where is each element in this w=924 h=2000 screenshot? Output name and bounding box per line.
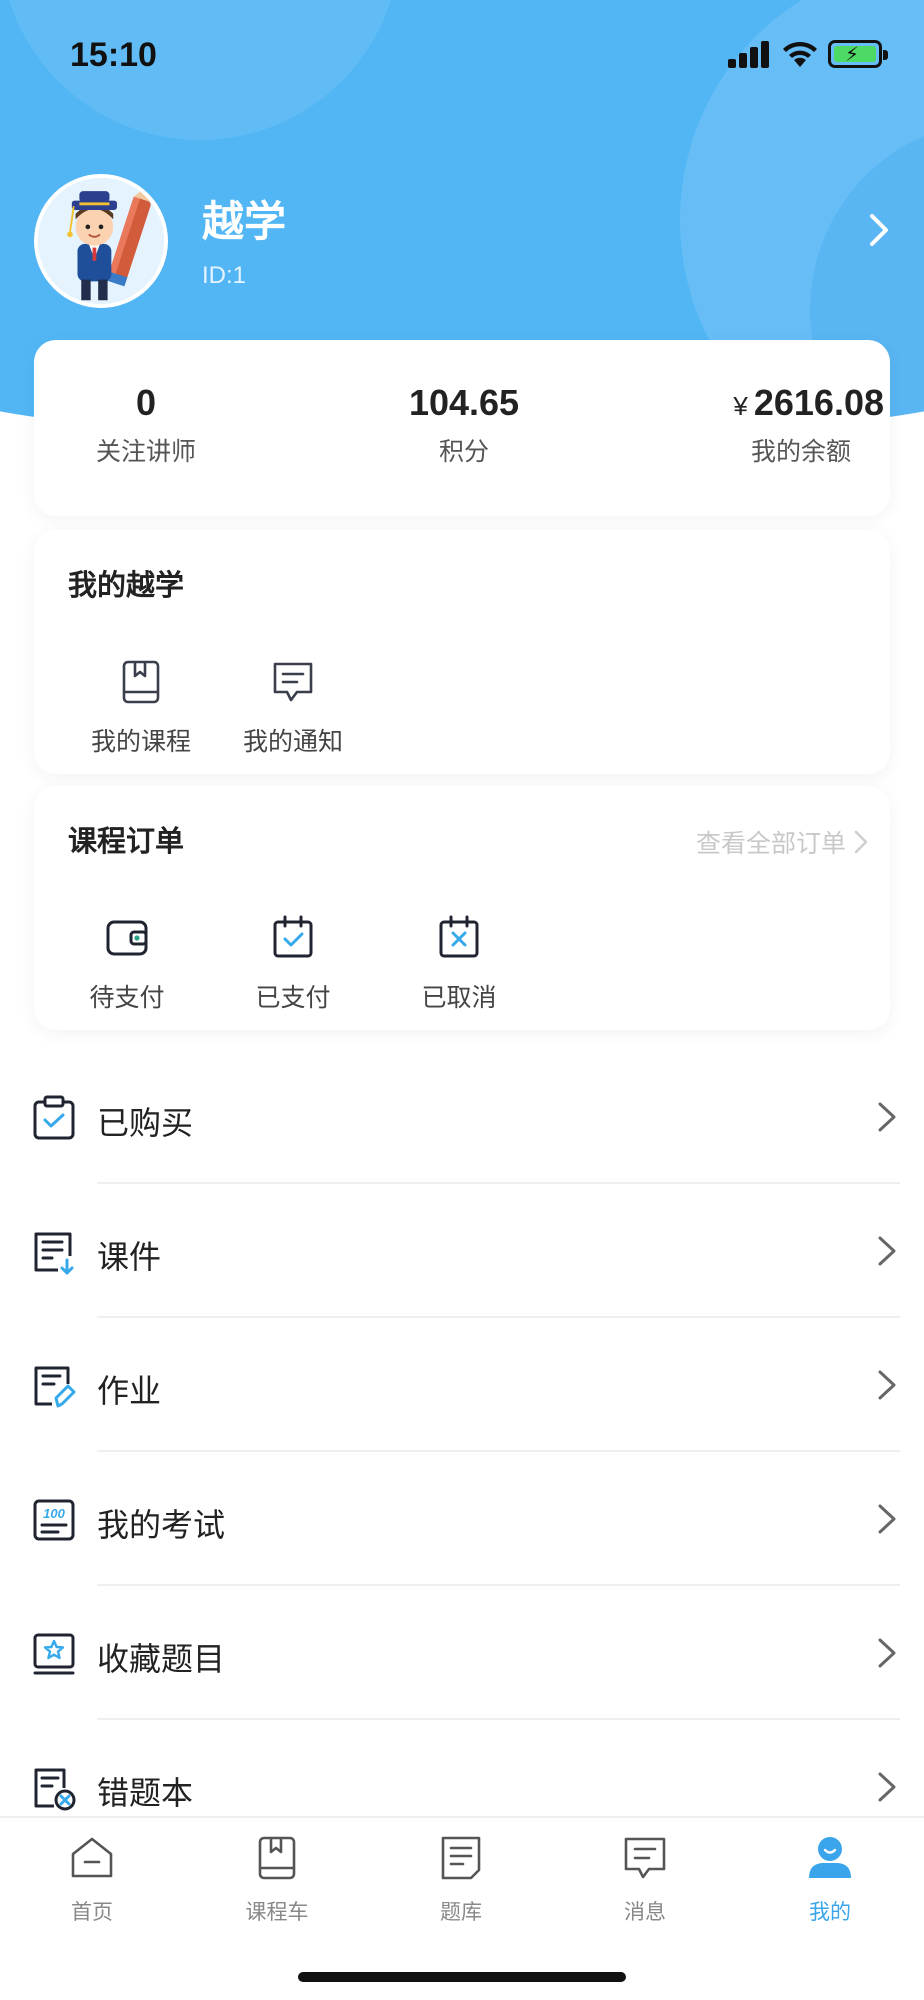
menu-item-label: 错题本	[97, 1774, 194, 1812]
battery-icon: ⚡	[828, 40, 888, 68]
my-section-title: 我的越学	[68, 568, 185, 602]
courseware-icon	[34, 1232, 74, 1275]
user-name: 越学	[202, 197, 287, 246]
tab-label: 题库	[440, 1900, 482, 1924]
profile-page: 15:10 ⚡ 越学 ID:1 0 关注讲师 104.65 积分 ¥ 2616.…	[0, 0, 924, 2000]
menu-item-label: 收藏题目	[97, 1640, 226, 1678]
order-status-label: 已取消	[421, 983, 497, 1012]
user-id: ID:1	[202, 262, 247, 289]
tab-profile[interactable]: 我的	[770, 1834, 890, 1926]
order-paid[interactable]: 已支付	[218, 914, 368, 1014]
tab-label: 我的	[809, 1900, 851, 1924]
tab-label: 消息	[624, 1900, 666, 1924]
menu-item-my-exams[interactable]: 100 我的考试	[0, 1452, 924, 1586]
stat-label: 关注讲师	[95, 437, 196, 466]
status-time: 15:10	[70, 36, 157, 74]
calendar-check-icon	[273, 915, 313, 958]
chevron-right-icon	[878, 1236, 896, 1266]
tab-home[interactable]: 首页	[32, 1834, 152, 1926]
menu-item-courseware[interactable]: 课件	[0, 1184, 924, 1318]
my-courses-entry[interactable]: 我的课程	[66, 658, 216, 758]
menu-list: 已购买 课件 作业 100 我的考试 收藏题目 错题本	[0, 1050, 924, 1854]
stats-card: 0 关注讲师 104.65 积分 ¥2616.08 我的余额	[34, 340, 890, 516]
chevron-right-icon	[854, 830, 868, 854]
menu-item-label: 已购买	[97, 1104, 194, 1142]
purchased-icon	[33, 1095, 75, 1140]
menu-item-favorite-questions[interactable]: 收藏题目	[0, 1586, 924, 1720]
profile-icon	[809, 1837, 851, 1878]
order-status-label: 已支付	[255, 983, 331, 1012]
status-bar: 15:10 ⚡	[0, 0, 924, 110]
chevron-right-icon	[878, 1638, 896, 1668]
stat-label: 我的余额	[750, 437, 851, 466]
my-section-card: 我的越学 我的课程 我的通知	[34, 530, 890, 774]
stat-followed-teachers[interactable]: 0 关注讲师	[86, 382, 206, 468]
wrong-questions-icon	[34, 1768, 76, 1811]
favorite-questions-icon	[33, 1633, 75, 1675]
entry-label: 我的通知	[242, 727, 343, 756]
menu-item-label: 课件	[97, 1238, 162, 1276]
calendar-x-icon	[439, 915, 479, 958]
question-bank-icon	[441, 1836, 481, 1880]
my-notifications-entry[interactable]: 我的通知	[218, 658, 368, 758]
course-orders-card: 课程订单 查看全部订单 待支付 已支付 已取消	[34, 786, 890, 1030]
wifi-icon	[783, 41, 817, 67]
stat-value: 2616.08	[753, 382, 884, 423]
svg-text:100: 100	[43, 1506, 65, 1521]
exam-icon: 100	[33, 1499, 75, 1541]
stat-value: 0	[135, 382, 157, 423]
tab-messages[interactable]: 消息	[585, 1834, 705, 1926]
menu-item-label: 我的考试	[97, 1506, 226, 1544]
tab-course-cart[interactable]: 课程车	[217, 1834, 337, 1926]
currency-symbol: ¥	[733, 391, 748, 421]
home-indicator	[298, 1972, 626, 1982]
stat-value: 104.65	[408, 382, 520, 423]
book-icon	[122, 660, 160, 704]
home-icon	[71, 1837, 113, 1878]
order-status-label: 待支付	[89, 983, 165, 1012]
chevron-right-icon	[878, 1370, 896, 1400]
tab-label: 首页	[71, 1900, 113, 1924]
stat-points[interactable]: 104.65 积分	[354, 382, 574, 468]
chevron-right-icon	[878, 1504, 896, 1534]
stat-label: 积分	[438, 437, 489, 466]
menu-item-purchased[interactable]: 已购买	[0, 1050, 924, 1184]
menu-item-homework[interactable]: 作业	[0, 1318, 924, 1452]
signal-icon	[728, 40, 772, 68]
view-all-label: 查看全部订单	[695, 829, 846, 858]
orders-title: 课程订单	[68, 824, 185, 858]
entry-label: 我的课程	[90, 727, 191, 756]
profile-chevron-right-icon[interactable]	[866, 210, 894, 250]
homework-icon	[34, 1366, 76, 1408]
chevron-right-icon	[878, 1772, 896, 1802]
avatar-character-icon	[38, 178, 164, 304]
view-all-orders-link[interactable]: 查看全部订单	[696, 824, 868, 860]
avatar[interactable]	[34, 174, 168, 308]
tab-label: 课程车	[245, 1900, 309, 1924]
chevron-right-icon	[878, 1102, 896, 1132]
tab-question-bank[interactable]: 题库	[401, 1834, 521, 1926]
message-icon	[624, 1837, 666, 1879]
order-cancelled[interactable]: 已取消	[384, 914, 534, 1014]
menu-item-label: 作业	[97, 1372, 162, 1410]
order-pending-payment[interactable]: 待支付	[52, 914, 202, 1014]
notification-icon	[273, 662, 313, 702]
wallet-icon	[106, 920, 148, 956]
stat-balance[interactable]: ¥2616.08 我的余额	[684, 382, 884, 468]
course-cart-icon	[258, 1836, 296, 1880]
